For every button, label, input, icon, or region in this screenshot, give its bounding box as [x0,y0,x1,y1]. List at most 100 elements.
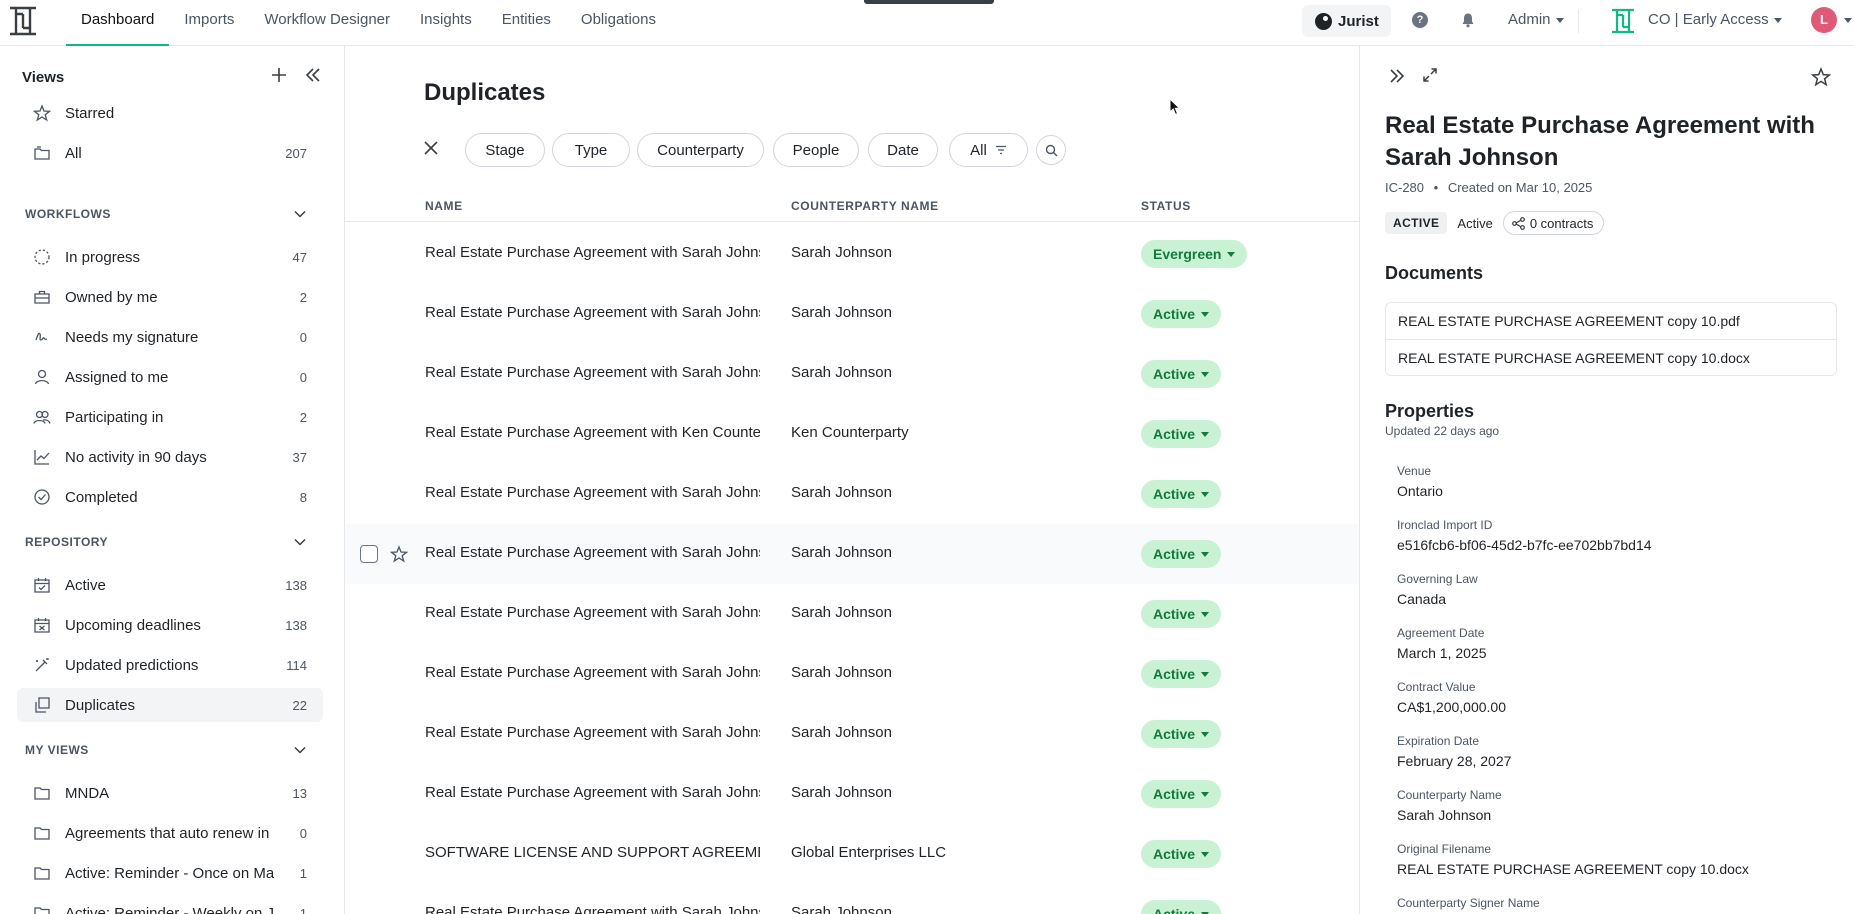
property-value-import-id[interactable]: e516fcb6-bf06-45d2-b7fc-ee702bb7bd14 [1397,537,1652,553]
sidebar-item-mnda[interactable]: MNDA 13 [17,776,323,810]
sidebar-item-starred[interactable]: Starred [17,96,323,130]
status-badge[interactable]: Active [1141,420,1222,448]
status-badge[interactable]: Evergreen [1141,240,1248,268]
ironclad-logo-icon[interactable] [8,5,38,37]
filter-type[interactable]: Type [552,133,630,167]
row-name[interactable]: Real Estate Purchase Agreement with Sara… [425,364,760,381]
property-value-venue[interactable]: Ontario [1397,483,1443,499]
nav-entities[interactable]: Entities [487,0,566,46]
filter-stage[interactable]: Stage [465,133,545,167]
table-row[interactable]: Real Estate Purchase Agreement with Sara… [345,884,1359,914]
sidebar-item-completed[interactable]: Completed 8 [17,480,323,514]
sidebar-item-updated-predictions[interactable]: Updated predictions 114 [17,648,323,682]
status-badge[interactable]: Active [1141,780,1222,808]
column-header-counterparty[interactable]: COUNTERPARTY NAME [791,199,939,213]
window-grip[interactable] [864,0,994,4]
column-header-status[interactable]: STATUS [1141,199,1191,213]
chevron-down-icon[interactable] [292,206,308,222]
table-row[interactable]: Real Estate Purchase Agreement with Sara… [345,704,1359,764]
nav-workflow-designer[interactable]: Workflow Designer [249,0,405,46]
filter-counterparty[interactable]: Counterparty [637,133,764,167]
table-row[interactable]: Real Estate Purchase Agreement with Sara… [345,764,1359,824]
sidebar-item-needs-my-signature[interactable]: Needs my signature 0 [17,320,323,354]
row-name[interactable]: Real Estate Purchase Agreement with Sara… [425,544,760,561]
status-badge[interactable]: Active [1141,600,1222,628]
property-value-counterparty-name[interactable]: Sarah Johnson [1397,807,1491,823]
sidebar-item-reminder-once[interactable]: Active: Reminder - Once on Ma 1 [17,856,323,890]
table-row[interactable]: Real Estate Purchase Agreement with Sara… [345,284,1359,344]
user-avatar[interactable]: L [1811,7,1837,33]
row-name[interactable]: Real Estate Purchase Agreement with Sara… [425,604,760,621]
document-item[interactable]: REAL ESTATE PURCHASE AGREEMENT copy 10.d… [1386,339,1836,375]
status-badge[interactable]: Active [1141,660,1222,688]
status-badge[interactable]: Active [1141,360,1222,388]
close-icon[interactable] [422,139,440,157]
row-name[interactable]: Real Estate Purchase Agreement with Sara… [425,784,760,801]
status-badge[interactable]: Active [1141,720,1222,748]
sidebar-item-reminder-weekly[interactable]: Active: Reminder - Weekly on J 1 [17,896,323,914]
chevron-down-icon[interactable] [292,534,308,550]
sidebar-item-active[interactable]: Active 138 [17,568,323,602]
chevron-down-icon[interactable] [1844,18,1852,23]
row-name[interactable]: Real Estate Purchase Agreement with Sara… [425,484,760,501]
star-icon[interactable] [1811,67,1831,87]
search-button[interactable] [1036,135,1066,165]
row-name[interactable]: Real Estate Purchase Agreement with Sara… [425,304,760,321]
document-item[interactable]: REAL ESTATE PURCHASE AGREEMENT copy 10.p… [1386,303,1836,339]
sidebar-item-no-activity[interactable]: No activity in 90 days 37 [17,440,323,474]
sidebar-item-in-progress[interactable]: In progress 47 [17,240,323,274]
row-name[interactable]: Real Estate Purchase Agreement with Sara… [425,904,760,914]
table-row[interactable]: Real Estate Purchase Agreement with Sara… [345,464,1359,524]
property-value-original-filename[interactable]: REAL ESTATE PURCHASE AGREEMENT copy 10.d… [1397,861,1749,877]
bell-icon[interactable] [1460,12,1476,28]
org-switcher[interactable]: CO | Early Access [1648,11,1782,28]
property-value-expiration-date[interactable]: February 28, 2027 [1397,753,1511,769]
collapse-left-icon[interactable] [304,66,322,84]
sidebar-item-participating-in[interactable]: Participating in 2 [17,400,323,434]
chevron-down-icon[interactable] [292,742,308,758]
table-row[interactable]: Real Estate Purchase Agreement with Sara… [345,584,1359,644]
nav-imports[interactable]: Imports [169,0,249,46]
nav-insights[interactable]: Insights [405,0,487,46]
status-badge[interactable]: Active [1141,840,1222,868]
help-icon[interactable]: ? [1412,12,1428,28]
table-row[interactable]: Real Estate Purchase Agreement with Ken … [345,404,1359,464]
property-value-agreement-date[interactable]: March 1, 2025 [1397,645,1487,661]
row-name[interactable]: Real Estate Purchase Agreement with Sara… [425,664,760,681]
sidebar-item-owned-by-me[interactable]: Owned by me 2 [17,280,323,314]
filter-date[interactable]: Date [868,133,938,167]
status-badge[interactable]: Active [1141,900,1222,914]
table-row[interactable]: Real Estate Purchase Agreement with Sara… [345,644,1359,704]
property-value-governing-law[interactable]: Canada [1397,591,1446,607]
sidebar-item-auto-renew[interactable]: Agreements that auto renew in 0 [17,816,323,850]
row-name[interactable]: SOFTWARE LICENSE AND SUPPORT AGREEMENT.d… [425,844,760,861]
sidebar-item-upcoming-deadlines[interactable]: Upcoming deadlines 138 [17,608,323,642]
property-value-contract-value[interactable]: CA$1,200,000.00 [1397,699,1506,715]
sidebar-item-all[interactable]: All 207 [17,136,323,170]
status-badge[interactable]: Active [1141,480,1222,508]
row-name[interactable]: Real Estate Purchase Agreement with Sara… [425,724,760,741]
filter-people[interactable]: People [773,133,859,167]
table-row[interactable]: Real Estate Purchase Agreement with Sara… [345,344,1359,404]
admin-menu[interactable]: Admin [1508,11,1564,28]
filter-all[interactable]: All [949,133,1028,167]
column-header-name[interactable]: NAME [425,199,463,213]
table-row[interactable]: Real Estate Purchase Agreement with Sara… [345,524,1359,584]
table-row[interactable]: Real Estate Purchase Agreement with Sara… [345,224,1359,284]
plus-icon[interactable] [270,66,288,84]
status-badge[interactable]: Active [1141,300,1222,328]
nav-obligations[interactable]: Obligations [566,0,671,46]
status-badge[interactable]: Active [1141,540,1222,568]
table-row[interactable]: SOFTWARE LICENSE AND SUPPORT AGREEMENT.d… [345,824,1359,884]
star-icon[interactable] [390,545,408,563]
row-name[interactable]: Real Estate Purchase Agreement with Sara… [425,244,760,261]
nav-dashboard[interactable]: Dashboard [66,0,170,46]
jurist-button[interactable]: Jurist [1302,5,1391,37]
row-checkbox[interactable] [360,545,378,563]
sidebar-item-assigned-to-me[interactable]: Assigned to me 0 [17,360,323,394]
sidebar-item-duplicates[interactable]: Duplicates 22 [17,688,323,722]
row-name[interactable]: Real Estate Purchase Agreement with Ken … [425,424,760,441]
related-contracts-button[interactable]: 0 contracts [1502,211,1605,235]
collapse-right-icon[interactable] [1388,67,1406,85]
expand-icon[interactable] [1422,67,1438,83]
